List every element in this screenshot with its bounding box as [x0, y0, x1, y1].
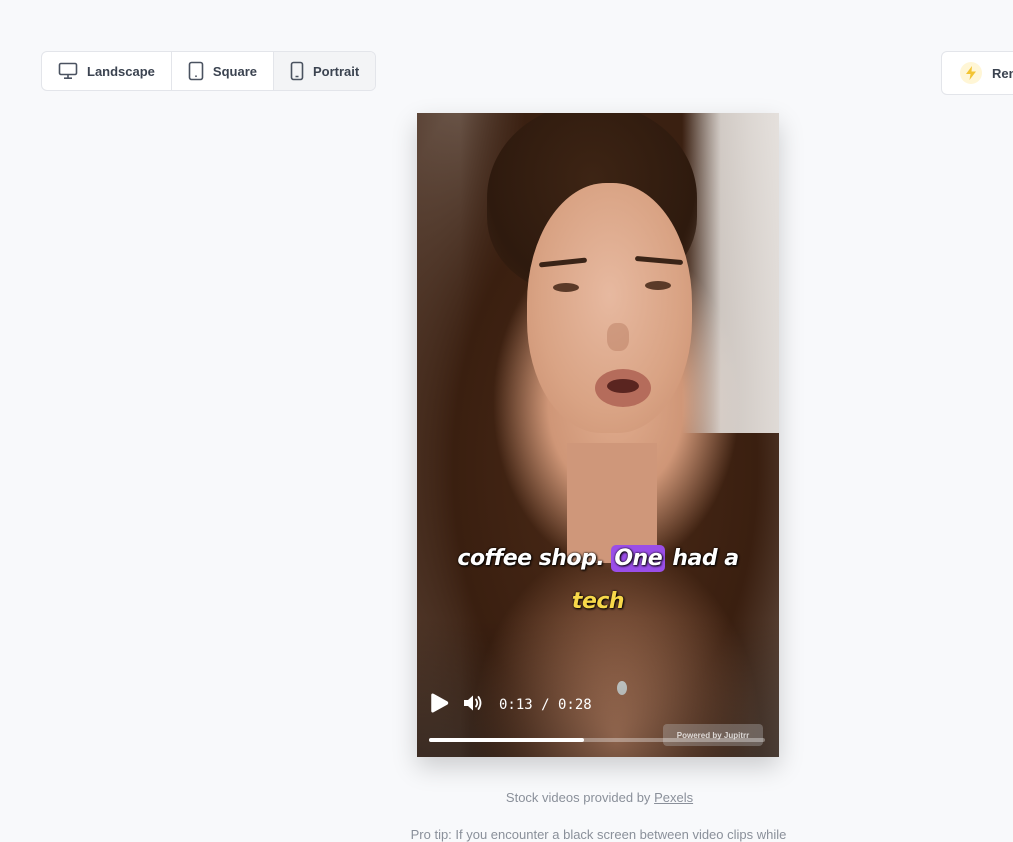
caption-text-after: had a	[672, 546, 739, 571]
caption-line-1: coffee shop. One had a	[417, 545, 779, 572]
phone-icon	[290, 61, 304, 81]
lightning-bolt-icon	[960, 62, 982, 84]
square-option[interactable]: Square	[172, 52, 274, 90]
tablet-icon	[188, 61, 204, 81]
landscape-option[interactable]: Landscape	[42, 52, 172, 90]
aspect-ratio-toggle: Landscape Square Portrait	[41, 51, 377, 91]
monitor-icon	[58, 62, 78, 80]
video-controls: 0:13 / 0:28	[429, 693, 592, 717]
caption-highlight-word: One	[611, 545, 666, 572]
video-preview[interactable]: coffee shop. One had a tech 0:13 / 0:28 …	[417, 113, 779, 757]
time-display: 0:13 / 0:28	[499, 697, 592, 713]
pro-tip: Pro tip: If you encounter a black screen…	[410, 827, 787, 842]
progress-fill	[429, 738, 584, 742]
portrait-option[interactable]: Portrait	[274, 52, 376, 90]
caption-text-before: coffee shop.	[457, 546, 605, 571]
stock-credit-text: Stock videos provided by	[505, 790, 651, 805]
powered-by-badge: Powered by Jupitrr	[663, 724, 763, 746]
pexels-link[interactable]: Pexels	[654, 790, 693, 805]
volume-icon[interactable]	[463, 694, 483, 716]
portrait-label: Portrait	[313, 63, 360, 79]
render-button[interactable]: Ren	[941, 51, 1013, 95]
render-button-label: Ren	[992, 65, 1013, 81]
stock-credit: Stock videos provided by Pexels	[0, 790, 1013, 805]
play-icon[interactable]	[429, 693, 449, 717]
progress-bar[interactable]	[429, 738, 765, 742]
landscape-label: Landscape	[87, 63, 155, 79]
caption-line-2: tech	[571, 589, 625, 614]
square-label: Square	[212, 63, 257, 79]
